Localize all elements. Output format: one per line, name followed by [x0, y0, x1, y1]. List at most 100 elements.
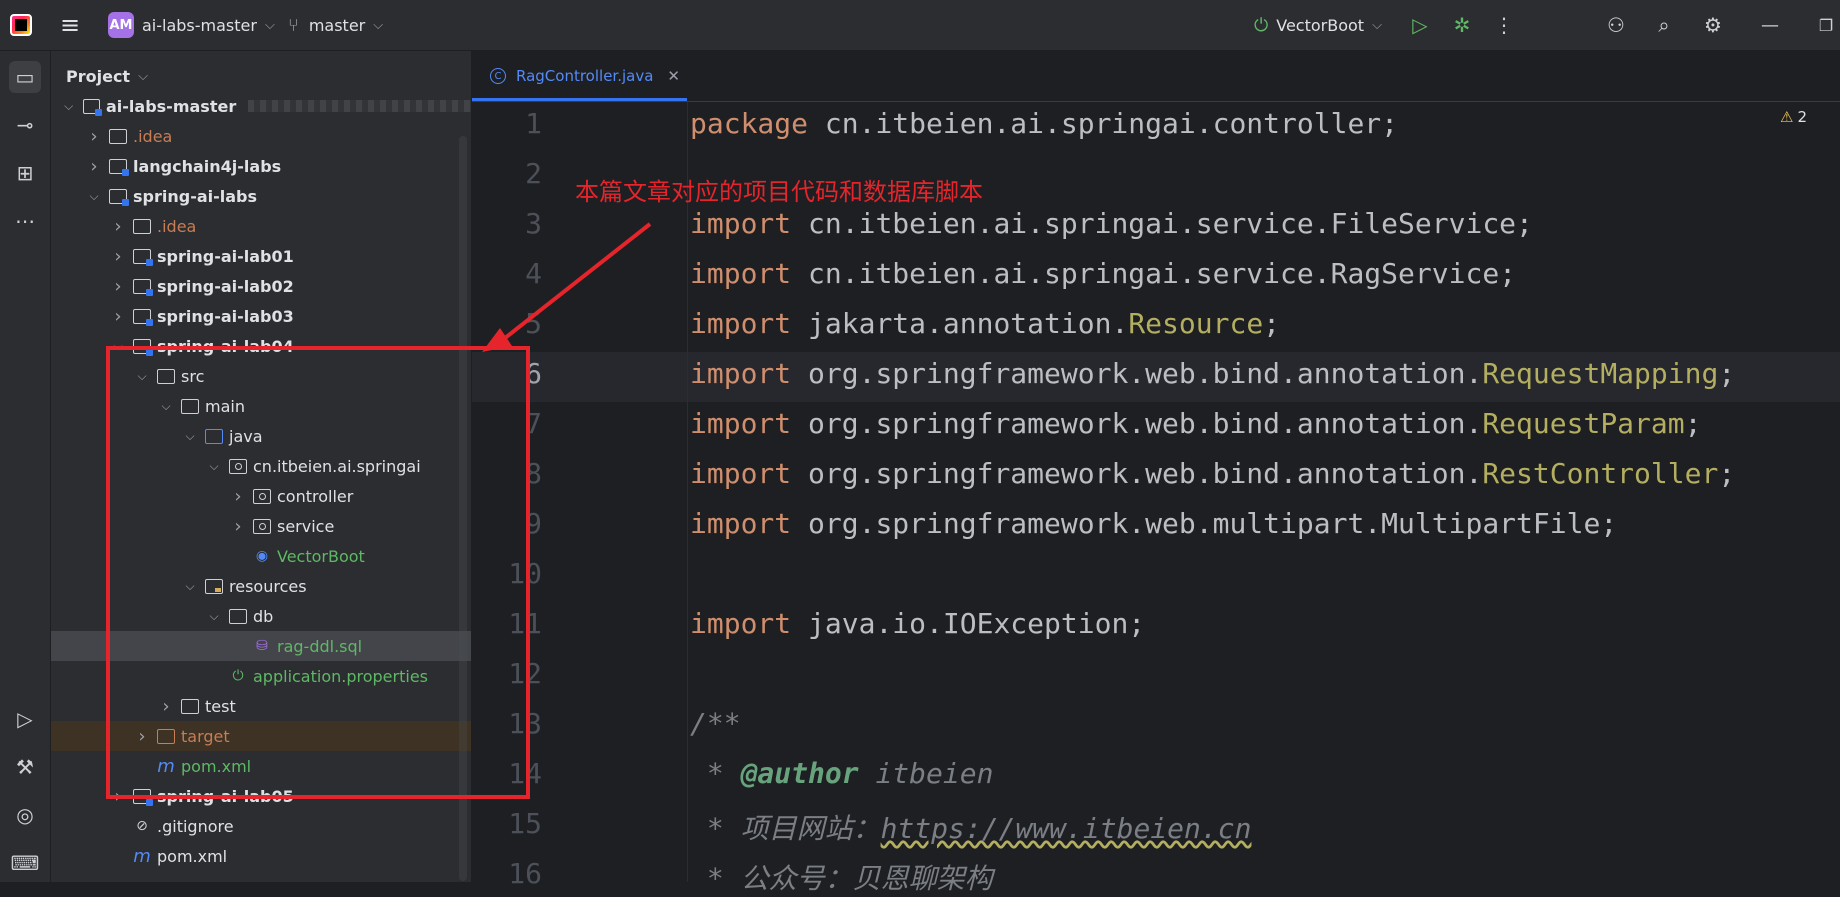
more-tool-windows-icon[interactable]: ⋯: [9, 205, 41, 237]
tree-row-label: .gitignore: [157, 816, 234, 836]
code-token: cn.itbeien.ai.springai.controller;: [824, 107, 1399, 140]
code-token: RequestParam: [1482, 407, 1685, 440]
chevron-down-icon: ⌵: [1372, 17, 1382, 33]
settings-gear-icon[interactable]: ⚙: [1699, 0, 1727, 50]
structure-icon[interactable]: ⊞: [9, 157, 41, 189]
tree-row-langchain4j-labs[interactable]: › langchain4j-labs: [51, 151, 471, 181]
code-token: org.springframework.web.bind.annotation.: [808, 407, 1483, 440]
run-configuration-selector[interactable]: ⏻ VectorBoot ⌵: [1254, 0, 1382, 50]
intellij-logo-icon[interactable]: [10, 0, 40, 50]
tree-row-label: spring-ai-lab01: [157, 246, 294, 266]
warnings-count: 2: [1797, 108, 1807, 126]
tree-row-gitignore[interactable]: ⊘ .gitignore: [51, 811, 471, 841]
tree-row-label: langchain4j-labs: [133, 156, 282, 176]
code-token: /**: [690, 707, 741, 740]
collapse-chevron-icon[interactable]: ›: [111, 306, 125, 327]
module-folder-icon: [133, 278, 153, 296]
commit-icon[interactable]: ⊸: [9, 109, 41, 141]
line-number: 15: [508, 807, 542, 840]
tree-row-spring-ai-labs[interactable]: ⌵ spring-ai-labs: [51, 181, 471, 211]
chevron-down-icon: ⌵: [264, 17, 275, 33]
tree-row-idea[interactable]: › .idea: [51, 211, 471, 241]
code-line: import org.springframework.web.bind.anno…: [690, 407, 1701, 440]
code-token: java.io.IOException;: [808, 607, 1146, 640]
collapse-chevron-icon[interactable]: ›: [87, 126, 101, 147]
line-number: 16: [508, 857, 542, 890]
folder-icon: [133, 218, 151, 234]
code-line: import java.io.IOException;: [690, 607, 1145, 640]
expand-chevron-icon[interactable]: ⌵: [87, 189, 101, 204]
project-panel-title[interactable]: Project ⌵: [66, 67, 148, 86]
tree-row-pom-xml[interactable]: m pom.xml: [51, 841, 471, 871]
close-tab-icon[interactable]: ✕: [667, 67, 680, 85]
tree-row-spring-ai-lab02[interactable]: › spring-ai-lab02: [51, 271, 471, 301]
terminal-icon[interactable]: ⌨: [9, 847, 41, 879]
code-token: import: [690, 207, 809, 240]
code-with-me-icon[interactable]: ⚇: [1602, 0, 1630, 50]
code-token: package: [690, 107, 825, 140]
code-token: import: [690, 457, 809, 490]
project-switcher[interactable]: AM ai-labs-master ⌵: [108, 0, 275, 50]
collapse-chevron-icon[interactable]: ›: [111, 216, 125, 237]
folder-icon: [109, 128, 127, 144]
module-folder-icon: [109, 158, 129, 176]
code-token: import: [690, 407, 809, 440]
build-hammer-icon[interactable]: ⚒: [9, 751, 41, 783]
project-badge: AM: [108, 12, 134, 38]
code-line: import org.springframework.web.bind.anno…: [690, 457, 1735, 490]
collapse-chevron-icon[interactable]: ›: [111, 246, 125, 267]
code-token: RequestMapping: [1482, 357, 1719, 390]
tree-row-spring-ai-lab01[interactable]: › spring-ai-lab01: [51, 241, 471, 271]
tab-ragcontroller-java[interactable]: C RagController.java ✕: [472, 51, 687, 101]
vcs-branch-switcher[interactable]: ⑂ master ⌵: [288, 0, 383, 50]
tab-label: RagController.java: [516, 67, 654, 85]
tree-row-ai-labs-master[interactable]: ⌵ ai-labs-master: [51, 91, 471, 121]
branch-icon: ⑂: [288, 14, 299, 36]
tool-window-bar: ▭ ⊸ ⊞ ⋯ ▷ ⚒ ◎ ⌨: [0, 51, 51, 882]
project-panel-title-label: Project: [66, 67, 131, 86]
run-tool-icon[interactable]: ▷: [9, 703, 41, 735]
code-line: import org.springframework.web.multipart…: [690, 507, 1617, 540]
line-number: 4: [525, 257, 542, 290]
expand-chevron-icon[interactable]: ⌵: [62, 99, 75, 114]
code-line: import jakarta.annotation.Resource;: [690, 307, 1280, 340]
spring-boot-icon: ⏻: [1254, 14, 1269, 36]
code-token: ;: [1263, 307, 1281, 340]
line-number: 1: [525, 107, 542, 140]
chevron-down-icon: ⌵: [138, 69, 148, 84]
module-folder-icon: [133, 308, 153, 326]
module-folder-icon: [133, 248, 153, 266]
code-token: itbeien: [858, 757, 994, 790]
gutter-separator: [687, 102, 688, 882]
annotation-highlight-box: [106, 346, 530, 799]
main-menu-icon[interactable]: ≡: [60, 0, 88, 50]
code-line: import cn.itbeien.ai.springai.service.Fi…: [690, 207, 1533, 240]
inspection-widget[interactable]: ⚠ 2: [1780, 108, 1807, 126]
tree-row-idea[interactable]: › .idea: [51, 121, 471, 151]
debug-icon[interactable]: ✲: [1448, 0, 1476, 50]
run-icon[interactable]: ▷: [1406, 0, 1434, 50]
warning-icon: ⚠: [1780, 108, 1794, 126]
code-token: ;: [1718, 457, 1736, 490]
services-icon[interactable]: ◎: [9, 799, 41, 831]
code-line: * @author itbeien: [690, 757, 994, 790]
collapse-chevron-icon[interactable]: ›: [111, 276, 125, 297]
more-actions-icon[interactable]: ⋮: [1490, 0, 1518, 50]
code-token: RestController: [1482, 457, 1719, 490]
tree-row-spring-ai-lab03[interactable]: › spring-ai-lab03: [51, 301, 471, 331]
minimize-icon[interactable]: —: [1756, 0, 1784, 50]
java-class-icon: C: [490, 68, 506, 84]
search-icon[interactable]: ⌕: [1650, 0, 1678, 50]
restore-window-icon[interactable]: ❐: [1812, 0, 1840, 50]
run-configuration-name: VectorBoot: [1276, 15, 1365, 35]
module-folder-icon: [109, 188, 129, 206]
code-line: package cn.itbeien.ai.springai.controlle…: [690, 107, 1398, 140]
code-token: * 公众号：贝恩聊架构: [690, 862, 993, 895]
project-folder-icon[interactable]: ▭: [9, 61, 41, 93]
project-name: ai-labs-master: [142, 15, 257, 35]
module-folder-icon: [83, 98, 102, 116]
code-token: org.springframework.web.multipart.Multip…: [808, 507, 1618, 540]
collapse-chevron-icon[interactable]: ›: [87, 156, 101, 177]
chevron-down-icon: ⌵: [373, 17, 384, 33]
line-number: 3: [525, 207, 542, 240]
